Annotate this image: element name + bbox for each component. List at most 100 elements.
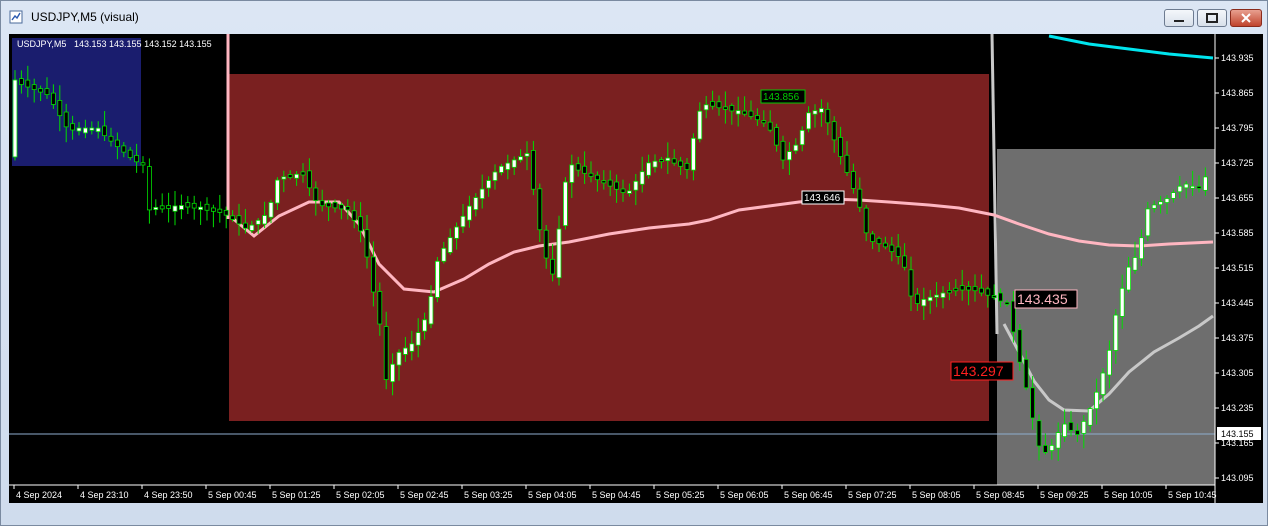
candle-body <box>812 110 818 115</box>
app-window: USDJPY,M5 (visual) USDJPY,M5 143.153 143… <box>0 0 1268 526</box>
candle-body <box>1043 444 1048 453</box>
candle-body <box>479 188 485 199</box>
candle-body <box>428 296 434 325</box>
candle-body <box>102 125 107 137</box>
candle-body <box>761 120 767 124</box>
candle-body <box>198 206 204 210</box>
time-tick-label: 5 Sep 05:25 <box>656 490 705 500</box>
candle-body <box>959 285 965 291</box>
candle-body <box>351 210 357 221</box>
candle-body <box>908 269 914 297</box>
time-tick-label: 5 Sep 04:05 <box>528 490 577 500</box>
time-tick-label: 5 Sep 08:45 <box>976 490 1025 500</box>
restore-icon <box>1206 13 1218 23</box>
current-price-tag: 143.155 <box>1217 427 1261 440</box>
candle-body <box>306 170 312 189</box>
window-title: USDJPY,M5 (visual) <box>31 10 139 24</box>
restore-button[interactable] <box>1197 9 1227 27</box>
price-tick-label: 143.515 <box>1221 263 1254 273</box>
time-tick-label: 5 Sep 00:45 <box>208 490 257 500</box>
candle-body <box>863 207 869 234</box>
candle-body <box>281 176 287 180</box>
candle-body <box>1087 408 1093 426</box>
candle-body <box>614 181 619 190</box>
time-tick-label: 5 Sep 01:25 <box>272 490 321 500</box>
candle-body <box>556 228 562 279</box>
candle-body <box>127 149 133 159</box>
candle-body <box>697 110 703 140</box>
time-tick-label: 5 Sep 10:45 <box>1168 490 1217 500</box>
candle-body <box>1062 423 1067 438</box>
candle-body <box>902 255 907 268</box>
time-tick-label: 5 Sep 02:05 <box>336 490 385 500</box>
candle-body <box>665 157 671 162</box>
candle-body <box>242 222 248 229</box>
ask-price-text: 143.435 <box>1017 291 1068 307</box>
session-box <box>997 149 1215 485</box>
candle-body <box>38 88 44 93</box>
candle-body <box>274 179 280 204</box>
time-tick-label: 5 Sep 10:05 <box>1104 490 1153 500</box>
candle-body <box>134 155 139 163</box>
candle-body <box>595 174 600 181</box>
title-bar[interactable]: USDJPY,M5 (visual) <box>1 1 1267 33</box>
candle-body <box>582 165 587 174</box>
candle-body <box>825 109 831 124</box>
candle-body <box>1164 198 1170 203</box>
candle-body <box>1183 183 1189 189</box>
candle-body <box>799 130 805 146</box>
time-tick-label: 4 Sep 23:50 <box>144 490 193 500</box>
candle-body <box>185 202 191 208</box>
candle-body <box>953 287 959 292</box>
close-button[interactable] <box>1230 9 1262 27</box>
candle-body <box>524 153 530 157</box>
candle-body <box>31 84 37 90</box>
candle-body <box>780 140 786 161</box>
candle-body <box>518 156 524 161</box>
candle-body <box>383 326 389 380</box>
price-tick-label: 143.865 <box>1221 88 1254 98</box>
chart-window-icon <box>9 10 23 24</box>
candle-body <box>95 127 101 133</box>
candle-body <box>870 233 875 242</box>
candle-body <box>646 162 651 176</box>
current-price-text: 143.155 <box>1221 429 1254 439</box>
price-tick-label: 143.655 <box>1221 193 1254 203</box>
time-tick-label: 5 Sep 06:05 <box>720 490 769 500</box>
price-tick-label: 143.095 <box>1221 473 1254 483</box>
candle-body <box>204 203 210 211</box>
candle-body <box>627 190 632 194</box>
ask-price-label: 143.435 <box>1014 289 1078 309</box>
candle-body <box>159 205 165 210</box>
candle-body <box>1055 432 1061 449</box>
candle-body <box>230 215 236 220</box>
candle-body <box>735 110 741 115</box>
candle-body <box>684 162 690 170</box>
time-tick-label: 4 Sep 23:10 <box>80 490 129 500</box>
candle-body <box>793 144 799 152</box>
candle-body <box>575 163 581 171</box>
mid-price-label: 143.646 <box>801 190 845 205</box>
candle-body <box>505 162 511 170</box>
candle-body <box>409 343 415 352</box>
candle-body <box>889 244 895 253</box>
candle-body <box>511 159 517 168</box>
price-chart[interactable]: USDJPY,M5 143.153 143.155 143.152 143.15… <box>9 33 1263 518</box>
candle-body <box>486 180 492 189</box>
candle-body <box>659 159 664 163</box>
candle-body <box>172 205 178 212</box>
candle-body <box>940 292 946 298</box>
minimize-button[interactable] <box>1164 9 1194 27</box>
candle-body <box>883 242 888 248</box>
candle-body <box>89 127 95 131</box>
chart-area[interactable]: USDJPY,M5 143.153 143.155 143.152 143.15… <box>9 33 1263 518</box>
price-tick-label: 143.235 <box>1221 403 1254 413</box>
candle-body <box>787 151 792 161</box>
price-tick-label: 143.795 <box>1221 123 1254 133</box>
high-price-label: 143.856 <box>760 89 806 104</box>
price-tick-label: 143.725 <box>1221 158 1254 168</box>
candle-body <box>63 111 69 128</box>
candle-body <box>377 291 383 325</box>
price-tick-label: 143.935 <box>1221 53 1254 63</box>
candle-body <box>57 100 63 117</box>
